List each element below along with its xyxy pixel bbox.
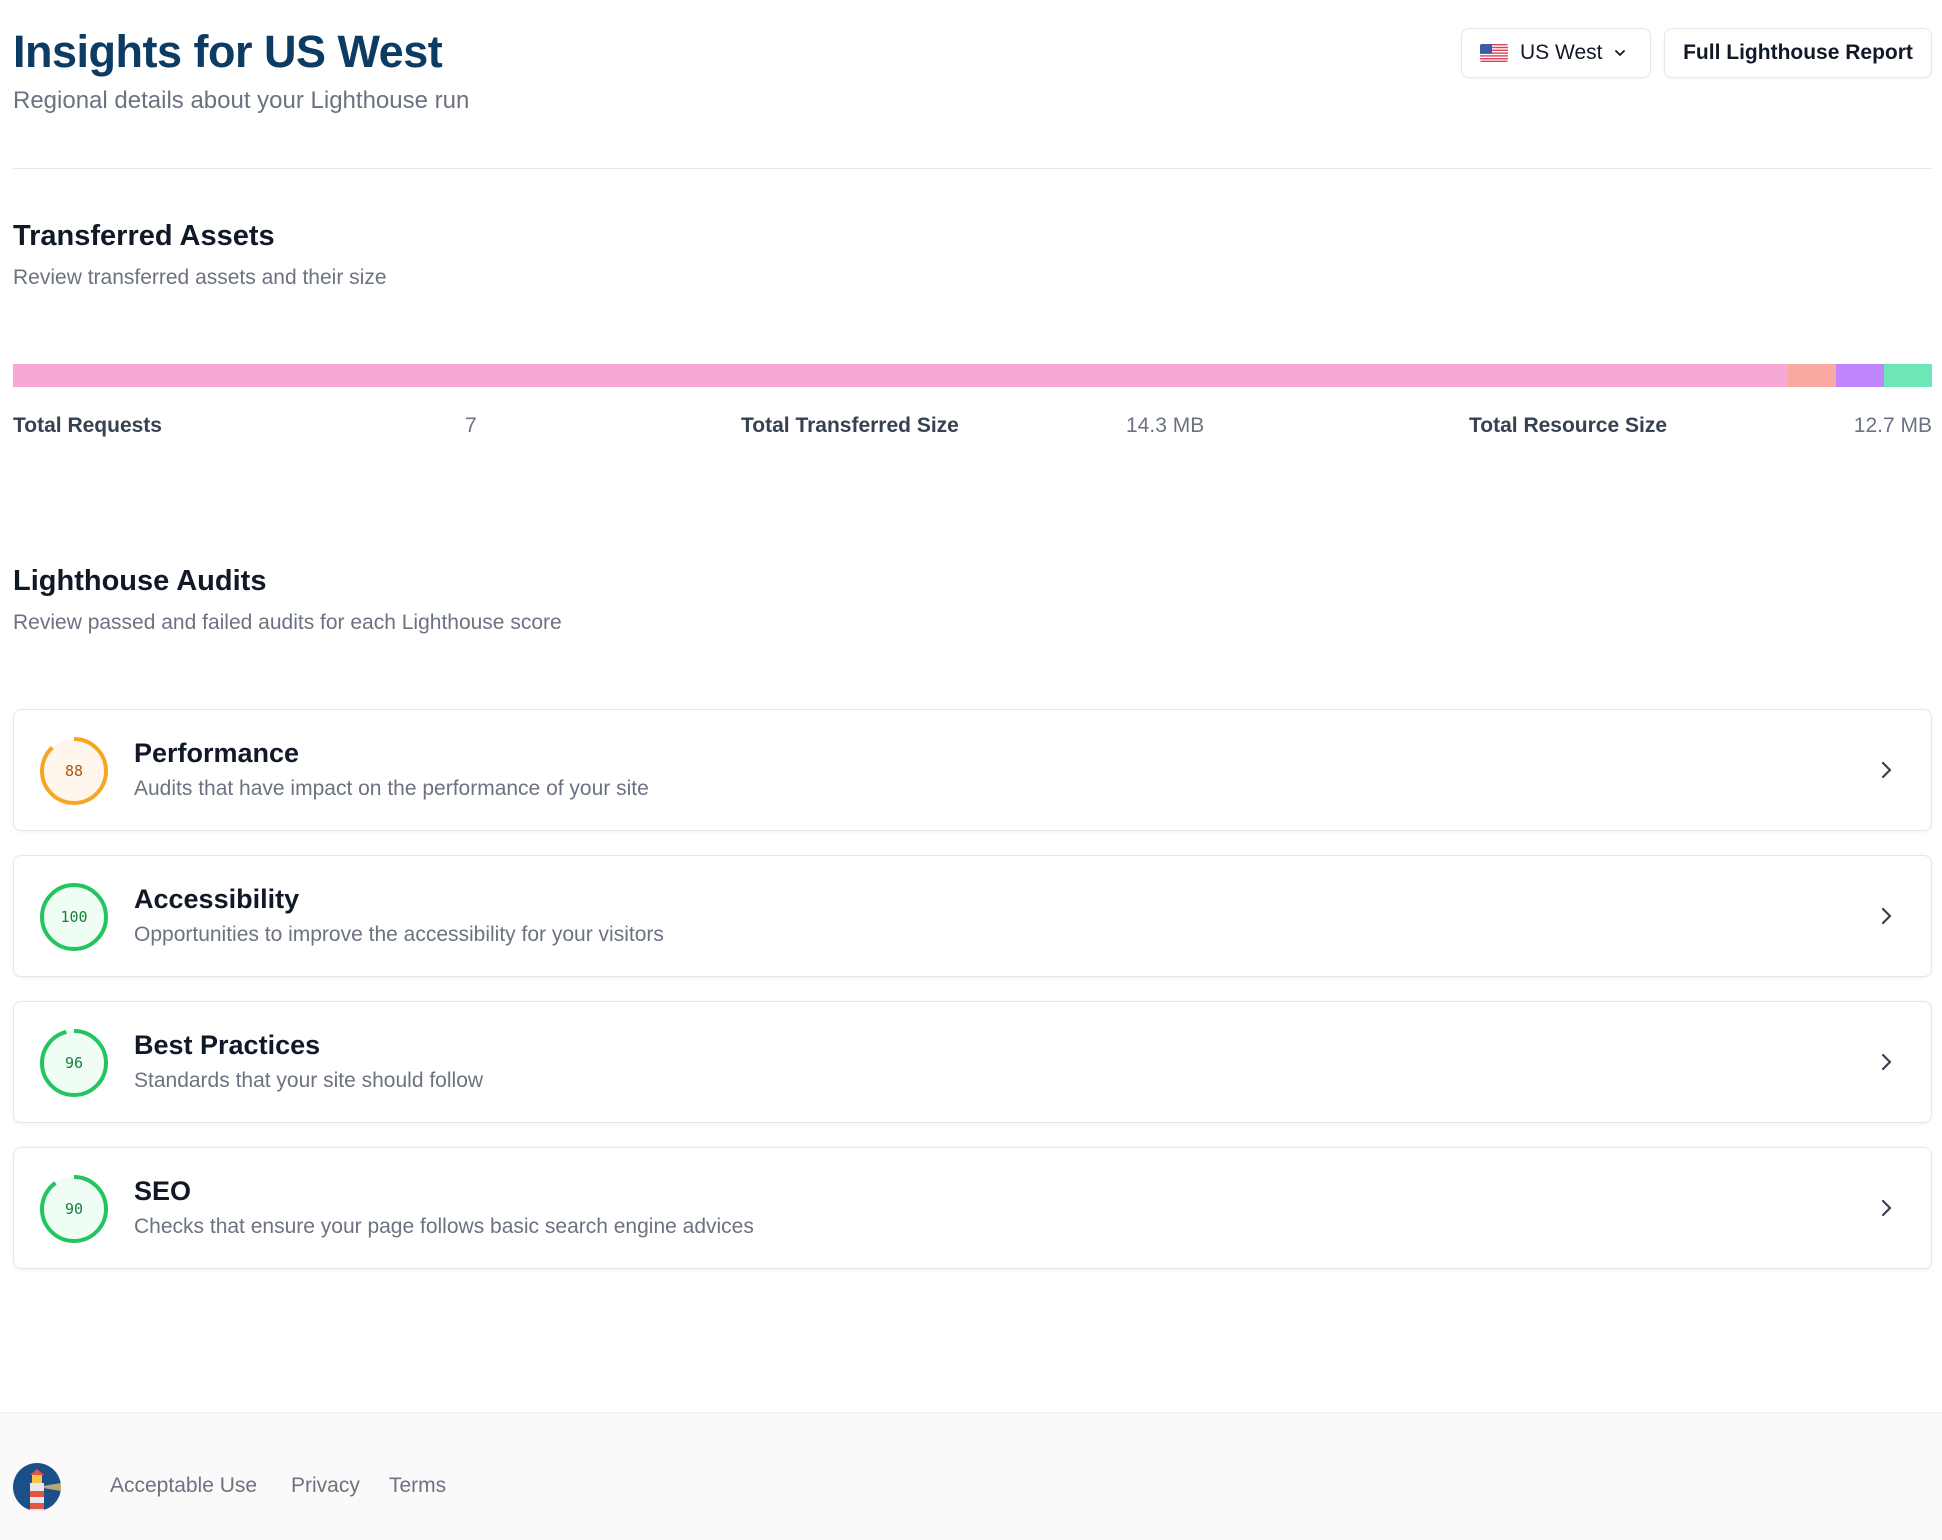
asset-size-bar <box>13 364 1932 387</box>
score-gauge: 90 <box>39 1174 109 1244</box>
total-requests-label: Total Requests <box>13 414 162 437</box>
chevron-right-icon <box>1875 905 1897 927</box>
page: Insights for US West Regional details ab… <box>0 0 1942 1540</box>
lighthouse-audits-subtitle: Review passed and failed audits for each… <box>13 611 562 634</box>
footer-link-privacy[interactable]: Privacy <box>291 1474 360 1498</box>
audit-description: Audits that have impact on the performan… <box>134 777 649 800</box>
audit-description: Standards that your site should follow <box>134 1069 484 1092</box>
audit-card-seo[interactable]: 90 SEO Checks that ensure your page foll… <box>13 1147 1932 1269</box>
audit-title: Accessibility <box>134 884 300 914</box>
us-flag-icon <box>1480 44 1508 62</box>
audit-description: Opportunities to improve the accessibili… <box>134 923 664 946</box>
footer-link-acceptable-use[interactable]: Acceptable Use <box>110 1474 257 1498</box>
score-gauge: 96 <box>39 1028 109 1098</box>
score-gauge: 100 <box>39 882 109 952</box>
lighthouse-audits-title: Lighthouse Audits <box>13 565 267 597</box>
audit-title: Performance <box>134 738 300 768</box>
audit-description: Checks that ensure your page follows bas… <box>134 1215 754 1238</box>
transferred-assets-title: Transferred Assets <box>13 220 275 252</box>
full-lighthouse-report-button[interactable]: Full Lighthouse Report <box>1664 28 1932 78</box>
footer-link-terms[interactable]: Terms <box>389 1474 446 1498</box>
total-transferred-size-value: 14.3 MB <box>1126 414 1205 437</box>
chevron-right-icon <box>1875 1051 1897 1073</box>
page-header: Insights for US West Regional details ab… <box>13 0 1932 169</box>
asset-bar-segment <box>13 364 1789 387</box>
chevron-right-icon <box>1875 759 1897 781</box>
score-value: 96 <box>64 1054 84 1072</box>
score-gauge: 88 <box>39 736 109 806</box>
asset-bar-segment <box>1836 364 1884 387</box>
total-requests-value: 7 <box>465 414 477 437</box>
audit-card-accessibility[interactable]: 100 Accessibility Opportunities to impro… <box>13 855 1932 977</box>
page-footer: Acceptable Use Privacy Terms <box>0 1412 1942 1540</box>
page-subtitle: Regional details about your Lighthouse r… <box>13 87 470 114</box>
audit-title: Best Practices <box>134 1030 321 1060</box>
page-title: Insights for US West <box>13 26 443 77</box>
score-value: 88 <box>64 762 84 780</box>
audit-card-performance[interactable]: 88 Performance Audits that have impact o… <box>13 709 1932 831</box>
score-value: 90 <box>64 1200 84 1218</box>
total-resource-size-value: 12.7 MB <box>1853 414 1932 437</box>
audit-title: SEO <box>134 1176 192 1206</box>
total-resource-size-label: Total Resource Size <box>1469 414 1668 437</box>
chevron-right-icon <box>1875 1197 1897 1219</box>
audit-card-best-practices[interactable]: 96 Best Practices Standards that your si… <box>13 1001 1932 1123</box>
region-select[interactable]: US West <box>1461 28 1651 78</box>
chevron-down-icon <box>1612 45 1628 61</box>
asset-bar-segment <box>1884 364 1932 387</box>
region-select-value: US West <box>1520 41 1603 64</box>
transferred-assets-subtitle: Review transferred assets and their size <box>13 266 387 289</box>
lighthouse-logo-icon[interactable] <box>13 1463 61 1511</box>
score-value: 100 <box>60 908 88 926</box>
asset-bar-segment <box>1788 364 1837 387</box>
total-transferred-size-label: Total Transferred Size <box>741 414 959 437</box>
